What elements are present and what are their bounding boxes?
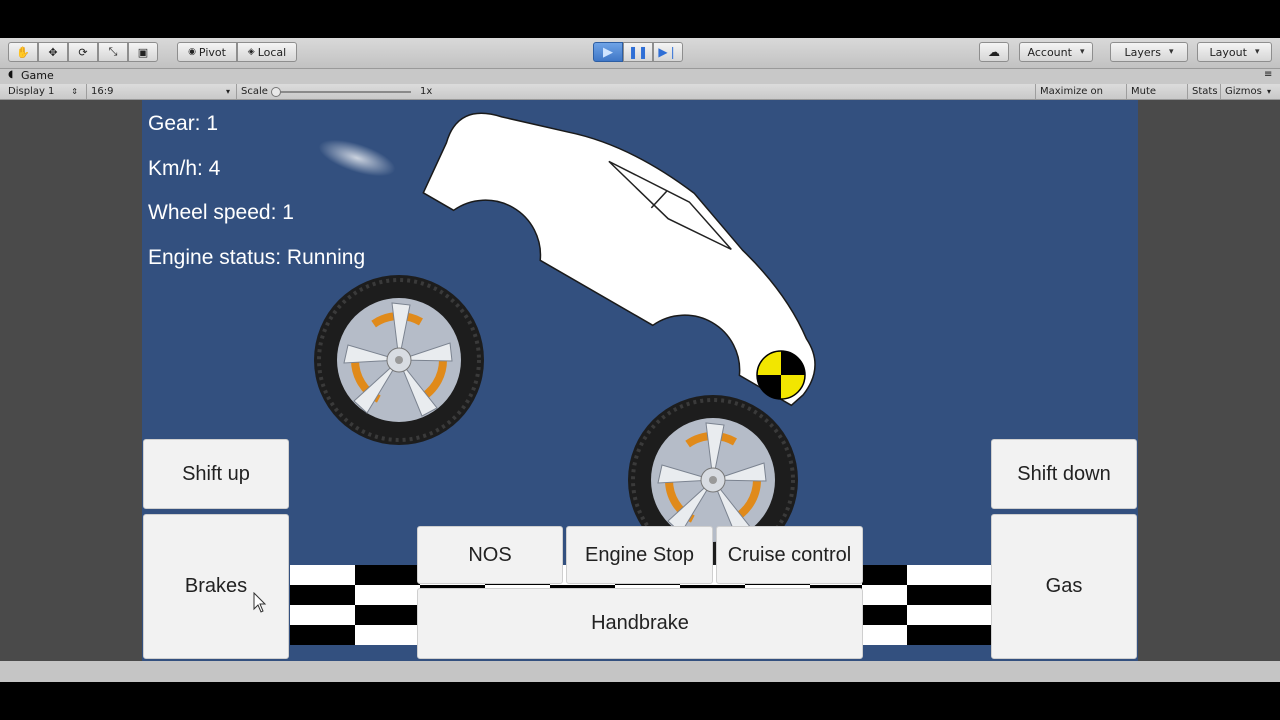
layout-dropdown[interactable]: Layout bbox=[1197, 42, 1272, 62]
pivot-toggle[interactable]: ◉ Pivot bbox=[177, 42, 237, 62]
brakes-button[interactable]: Brakes bbox=[143, 514, 289, 659]
rear-wheel bbox=[314, 275, 484, 445]
cloud-icon: ☁ bbox=[988, 45, 1000, 59]
scale-slider-track[interactable] bbox=[273, 91, 411, 93]
local-label: Local bbox=[257, 45, 287, 59]
gizmos-dropdown[interactable]: Gizmos ▾ bbox=[1220, 84, 1276, 99]
rotate-tool-button[interactable]: ⟳ bbox=[68, 42, 98, 62]
rotate-icon: ⟳ bbox=[78, 45, 88, 59]
updown-icon: ⇕ bbox=[71, 87, 78, 96]
collab-cloud-button[interactable]: ☁ bbox=[979, 42, 1009, 62]
game-viewport: Gear: 1 Km/h: 4 Wheel speed: 1 Engine st… bbox=[142, 100, 1138, 661]
rect-tool-icon: ▣ bbox=[137, 45, 149, 59]
aspect-dropdown[interactable]: 16:9 ▾ bbox=[86, 84, 234, 99]
step-icon: ▶❘ bbox=[658, 45, 678, 59]
account-dropdown[interactable]: Account bbox=[1019, 42, 1093, 62]
hand-icon: ✋ bbox=[16, 45, 30, 59]
game-tab-icon: ◖ bbox=[8, 69, 14, 80]
rect-tool-button[interactable]: ▣ bbox=[128, 42, 158, 62]
stats-label: Stats bbox=[1192, 86, 1218, 97]
hud-speed: Km/h: 4 bbox=[148, 157, 221, 180]
pause-icon: ❚❚ bbox=[627, 45, 649, 59]
mute-audio-toggle[interactable]: Mute audio bbox=[1126, 84, 1187, 112]
pivot-label: Pivot bbox=[198, 45, 226, 59]
move-tool-button[interactable]: ✥ bbox=[38, 42, 68, 62]
local-toggle[interactable]: ◈ Local bbox=[237, 42, 297, 62]
shift-down-button[interactable]: Shift down bbox=[991, 439, 1137, 509]
maximize-on-play-toggle[interactable]: Maximize on Play bbox=[1035, 84, 1126, 112]
step-button[interactable]: ▶❘ bbox=[653, 42, 683, 62]
hud-gear: Gear: 1 bbox=[148, 112, 219, 135]
layers-label: Layers bbox=[1124, 45, 1161, 59]
shift-up-button[interactable]: Shift up bbox=[143, 439, 289, 509]
hand-tool-button[interactable]: ✋ bbox=[8, 42, 38, 62]
engine-stop-button[interactable]: Engine Stop bbox=[566, 526, 713, 584]
layout-label: Layout bbox=[1209, 45, 1247, 59]
hud-engine-status: Engine status: Running bbox=[148, 246, 366, 269]
play-icon: ▶ bbox=[603, 44, 613, 60]
pause-button[interactable]: ❚❚ bbox=[623, 42, 653, 62]
tab-menu-icon[interactable]: ≡ bbox=[1264, 69, 1272, 80]
pivot-icon: ◉ bbox=[188, 47, 196, 57]
game-tab[interactable]: Game bbox=[21, 69, 54, 82]
chevron-down-icon: ▾ bbox=[1267, 87, 1272, 96]
scale-tool-button[interactable]: ⤡ bbox=[98, 42, 128, 62]
aspect-label: 16:9 bbox=[91, 86, 114, 97]
scale-slider-handle[interactable] bbox=[271, 87, 281, 97]
game-options-row: Display 1 ⇕ 16:9 ▾ Scale 1x Maximize on … bbox=[0, 84, 1280, 112]
mouse-cursor-icon bbox=[253, 592, 267, 613]
scale-control: Scale 1x bbox=[236, 84, 436, 99]
stats-toggle[interactable]: Stats bbox=[1187, 84, 1220, 99]
handbrake-button[interactable]: Handbrake bbox=[417, 588, 863, 659]
scale-label: Scale bbox=[241, 86, 268, 97]
move-icon: ✥ bbox=[48, 45, 58, 59]
display-label: Display 1 bbox=[8, 86, 55, 97]
gizmos-label: Gizmos bbox=[1225, 86, 1262, 97]
checkered-ground-right bbox=[862, 565, 992, 645]
editor-status-bar bbox=[0, 661, 1280, 682]
scale-value: 1x bbox=[420, 86, 433, 97]
layers-dropdown[interactable]: Layers bbox=[1110, 42, 1188, 62]
hud-wheel-speed: Wheel speed: 1 bbox=[148, 201, 294, 224]
local-icon: ◈ bbox=[247, 47, 255, 57]
game-tab-row: ◖ Game ≡ bbox=[0, 69, 1280, 84]
display-dropdown[interactable]: Display 1 ⇕ bbox=[4, 84, 82, 99]
nos-button[interactable]: NOS bbox=[417, 526, 563, 584]
scale-icon: ⤡ bbox=[108, 45, 118, 58]
unity-toolbar: ✋ ✥ ⟳ ⤡ ▣ ◉ Pivot ◈ Local ▶ ❚❚ ▶❘ ☁ Acco… bbox=[0, 38, 1280, 69]
account-label: Account bbox=[1027, 45, 1072, 59]
chevron-down-icon: ▾ bbox=[225, 87, 230, 96]
cruise-control-button[interactable]: Cruise control bbox=[716, 526, 863, 584]
gas-button[interactable]: Gas bbox=[991, 514, 1137, 659]
play-button[interactable]: ▶ bbox=[593, 42, 623, 62]
